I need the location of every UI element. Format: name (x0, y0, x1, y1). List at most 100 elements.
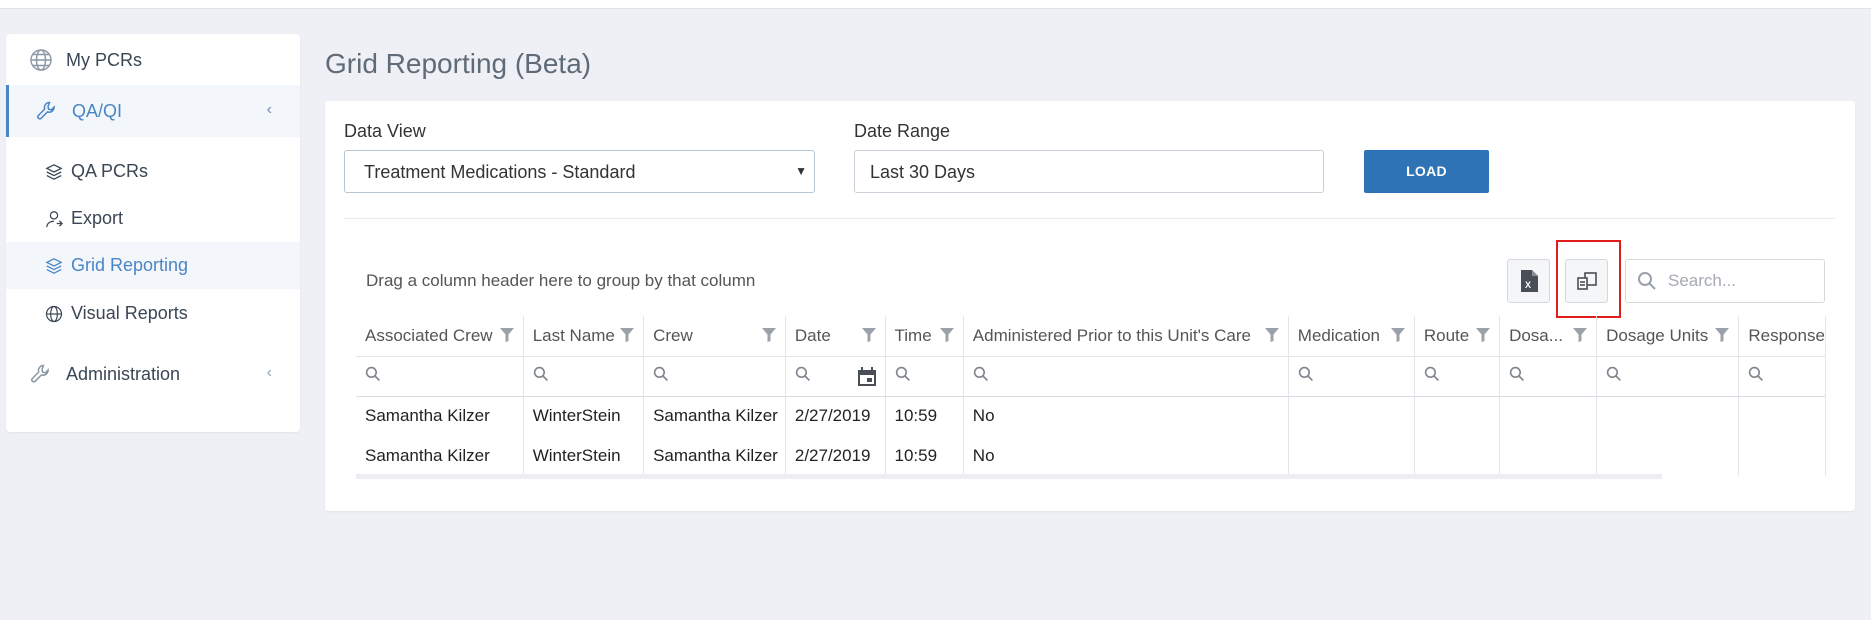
filter-icon[interactable] (619, 327, 635, 348)
search-icon (1606, 366, 1622, 381)
column-header[interactable]: Date (785, 316, 886, 357)
column-filter-cell[interactable] (785, 356, 886, 397)
sidebar-item-qa-qi[interactable]: QA/QI ‹ (6, 85, 300, 137)
data-view-label: Data View (344, 121, 426, 141)
table-cell (1414, 396, 1501, 436)
highlight-box (1556, 240, 1621, 318)
table-cell (1596, 436, 1740, 476)
table-cell: WinterStein (523, 436, 645, 476)
sidebar-item-label: Grid Reporting (71, 255, 189, 275)
table-cell: Samantha Kilzer (356, 436, 524, 476)
column-filter-cell[interactable] (885, 356, 964, 397)
filter-icon[interactable] (761, 327, 777, 348)
filter-icon[interactable] (499, 327, 515, 348)
column-header[interactable]: Administered Prior to this Unit's Care (963, 316, 1289, 357)
chevron-left-icon[interactable]: ‹ (267, 101, 272, 119)
group-panel-hint: Drag a column header here to group by th… (366, 271, 756, 290)
search-box[interactable]: Search... (1625, 259, 1825, 303)
sidebar-item-label: Administration (66, 363, 181, 384)
search-input[interactable]: Search... (1668, 271, 1736, 291)
date-range-input[interactable]: Last 30 Days (854, 150, 1324, 193)
layers-icon (44, 256, 64, 276)
column-filter-cell[interactable] (1414, 356, 1501, 397)
table-cell (1414, 436, 1501, 476)
table-cell: Samantha Kilzer (356, 396, 524, 436)
column-header[interactable]: Medication (1288, 316, 1415, 357)
globe-icon (44, 304, 64, 324)
column-header[interactable]: Last Name (523, 316, 645, 357)
wrench-icon (34, 98, 60, 124)
sidebar-item-grid-reporting[interactable]: Grid Reporting (6, 242, 300, 289)
user-export-icon (44, 209, 64, 229)
search-icon (533, 366, 548, 381)
data-view-select[interactable]: Treatment Medications - Standard ▼ (344, 150, 815, 193)
globe-icon (28, 47, 54, 73)
column-header[interactable]: Time (885, 316, 964, 357)
table-cell: No (963, 436, 1289, 476)
column-header[interactable]: Associated Crew (356, 316, 524, 357)
page-title: Grid Reporting (Beta) (325, 48, 592, 79)
table-cell: No (963, 396, 1289, 436)
sidebar-item-administration[interactable]: Administration ‹ (6, 348, 300, 400)
svg-text:X: X (1525, 280, 1531, 290)
column-filter-cell[interactable] (523, 356, 645, 397)
load-button[interactable]: LOAD (1364, 150, 1489, 193)
data-view-value: Treatment Medications - Standard (364, 162, 636, 182)
export-excel-button[interactable]: X (1507, 259, 1550, 303)
column-filter-cell[interactable] (1738, 356, 1826, 397)
sidebar-item-export[interactable]: Export (6, 195, 300, 242)
sidebar-item-label: Export (71, 208, 124, 228)
table-cell (1738, 396, 1826, 436)
filter-icon[interactable] (1714, 327, 1730, 348)
filter-icon[interactable] (939, 327, 955, 348)
filter-row (356, 356, 1826, 397)
sidebar-item-label: QA/QI (72, 100, 123, 121)
sidebar-item-label: QA PCRs (71, 161, 149, 181)
search-icon (973, 366, 988, 381)
sidebar-item-visual-reports[interactable]: Visual Reports (6, 290, 300, 337)
column-header[interactable]: Dosage Units (1596, 316, 1740, 357)
table-cell (1288, 396, 1415, 436)
header-row: Associated Crew Last Name Crew Date Time… (356, 316, 1826, 357)
search-icon (1298, 366, 1313, 381)
table-row[interactable]: Samantha Kilzer WinterStein Samantha Kil… (356, 396, 1826, 436)
table-cell (1288, 436, 1415, 476)
top-bar (0, 0, 1871, 9)
sidebar-item-label: My PCRs (66, 49, 142, 70)
search-icon (895, 366, 910, 381)
column-filter-cell[interactable] (356, 356, 524, 397)
table-cell: 10:59 (885, 436, 964, 476)
column-filter-cell[interactable] (1499, 356, 1598, 397)
filter-icon[interactable] (1390, 327, 1406, 348)
column-filter-cell[interactable] (963, 356, 1289, 397)
column-filter-cell[interactable] (643, 356, 786, 397)
chevron-left-icon[interactable]: ‹ (267, 364, 272, 382)
column-header[interactable]: Crew (643, 316, 786, 357)
search-icon (795, 366, 810, 381)
calendar-icon[interactable] (857, 366, 877, 392)
table-cell (1499, 436, 1598, 476)
divider (344, 218, 1835, 219)
date-range-value: Last 30 Days (870, 162, 976, 182)
filter-icon[interactable] (1475, 327, 1491, 348)
table-row[interactable]: Samantha Kilzer WinterStein Samantha Kil… (356, 436, 1826, 476)
search-icon (1749, 366, 1764, 381)
filter-icon[interactable] (1572, 327, 1588, 348)
column-header[interactable]: Dosa... (1499, 316, 1598, 357)
table-cell: 10:59 (885, 396, 964, 436)
sidebar-item-my-pcrs[interactable]: My PCRs (6, 34, 300, 86)
filter-icon[interactable] (861, 327, 877, 348)
column-filter-cell[interactable] (1288, 356, 1415, 397)
search-icon (1424, 366, 1439, 381)
table-cell: WinterStein (523, 396, 645, 436)
search-icon (1509, 366, 1525, 381)
date-range-label: Date Range (854, 121, 951, 141)
sidebar-item-qa-pcrs[interactable]: QA PCRs (6, 148, 300, 195)
column-header[interactable]: Route (1414, 316, 1501, 357)
horizontal-scrollbar[interactable] (356, 474, 1662, 479)
filter-icon[interactable] (1264, 327, 1280, 348)
column-header[interactable]: Response (1738, 316, 1826, 357)
column-filter-cell[interactable] (1596, 356, 1740, 397)
caret-down-icon: ▼ (795, 164, 807, 178)
table-cell: 2/27/2019 (785, 436, 886, 476)
